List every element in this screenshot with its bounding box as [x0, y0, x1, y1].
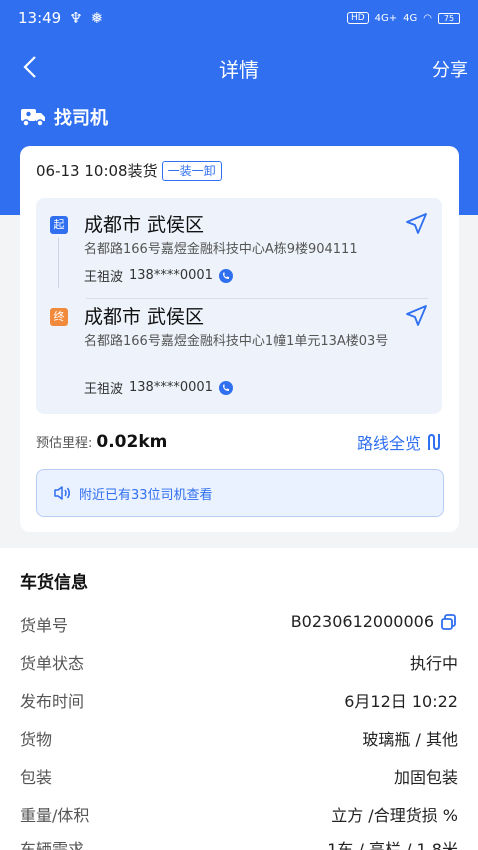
navigate-icon[interactable]: [404, 212, 428, 236]
section-title-text: 找司机: [54, 108, 108, 129]
usb-icon: ♆: [69, 9, 83, 27]
row-value: B0230612000006: [291, 612, 458, 631]
hd-indicator: HD: [346, 12, 369, 24]
info-row-goods: 货物 玻璃瓶 / 其他: [20, 726, 458, 750]
row-value: 立方 /合理货损 %: [331, 806, 458, 825]
order-number: B0230612000006: [290, 612, 434, 631]
end-address: 名都路166号嘉煜金融科技中心1幢1单元13A楼03号: [84, 334, 389, 349]
stop-divider: [86, 298, 428, 299]
section-title: 找司机: [20, 104, 108, 130]
end-badge: 终: [50, 308, 68, 326]
route-box: 起 成都市 武侯区 名都路166号嘉煜金融科技中心A栋9楼904111 王祖波 …: [36, 198, 442, 414]
status-time: 13:49: [18, 9, 62, 27]
route-overview-button[interactable]: 路线全览: [357, 430, 443, 454]
speaker-icon: [54, 486, 70, 500]
distance-label: 预估里程:: [36, 436, 93, 451]
load-time-line: 06-13 10:08装货 一装一卸: [36, 160, 222, 181]
cargo-info-title: 车货信息: [20, 573, 88, 593]
start-contact-phone: 138****0001: [129, 268, 213, 283]
start-contact-name: 王祖波: [84, 270, 124, 285]
truck-icon: [21, 109, 45, 127]
info-row-order-status: 货单状态 执行中: [20, 650, 458, 674]
notice-text: 附近已有33位司机查看: [79, 487, 213, 503]
distance: 预估里程: 0.02km: [36, 432, 167, 452]
row-value: 1车 / 高栏 / 1.8米: [327, 840, 458, 850]
load-time: 06-13 10:08装货: [36, 162, 158, 180]
info-row-packaging: 包装 加固包装: [20, 764, 458, 788]
route-overview-label: 路线全览: [356, 434, 421, 453]
share-button[interactable]: 分享: [432, 56, 468, 82]
route-connector: [58, 238, 59, 288]
page-title: 详情: [219, 58, 259, 82]
distance-value: 0.02km: [96, 432, 168, 452]
load-type-tag: 一装一卸: [161, 160, 222, 181]
row-label: 货单号: [20, 616, 69, 635]
notification-icon: ❅: [90, 9, 104, 27]
row-value: 6月12日 10:22: [344, 692, 458, 711]
row-label: 发布时间: [20, 692, 85, 711]
row-label: 货单状态: [20, 654, 85, 673]
start-address: 名都路166号嘉煜金融科技中心A栋9楼904111: [84, 242, 358, 257]
network-4g-plus: 4G+: [374, 12, 398, 24]
row-label: 重量/体积: [20, 806, 90, 825]
driver-notice: 附近已有33位司机查看: [36, 469, 444, 517]
start-badge: 起: [50, 216, 68, 234]
row-label: 车辆需求: [20, 840, 85, 850]
nav-bar: 详情 分享: [0, 46, 478, 90]
network-4g: 4G: [403, 12, 418, 24]
info-row-order-number: 货单号 B0230612000006: [20, 612, 458, 636]
start-contact: 王祖波 138****0001: [84, 266, 233, 285]
navigate-icon[interactable]: [404, 304, 428, 328]
copy-icon[interactable]: [440, 613, 458, 631]
phone-icon[interactable]: [218, 268, 233, 283]
end-contact-name: 王祖波: [84, 382, 124, 397]
row-value: 加固包装: [393, 768, 458, 787]
battery-icon: 75: [438, 12, 460, 24]
row-label: 包装: [20, 768, 53, 787]
end-city: 成都市 武侯区: [84, 306, 205, 328]
wifi-icon: ◠: [423, 12, 432, 24]
start-city: 成都市 武侯区: [84, 214, 205, 236]
route-card: 06-13 10:08装货 一装一卸 起 成都市 武侯区 名都路166号嘉煜金融…: [20, 146, 459, 532]
info-row-publish-time: 发布时间 6月12日 10:22: [20, 688, 458, 712]
phone-icon[interactable]: [218, 380, 233, 395]
info-row-vehicle: 车辆需求 1车 / 高栏 / 1.8米: [20, 836, 458, 850]
end-contact-phone: 138****0001: [129, 380, 213, 395]
route-icon: [428, 433, 440, 451]
cargo-info-section: 车货信息 货单号 B0230612000006 货单状态 执行中 发布时间 6月…: [0, 548, 478, 850]
end-contact: 王祖波 138****0001: [84, 378, 233, 397]
info-row-weight-volume: 重量/体积 立方 /合理货损 %: [20, 802, 458, 826]
status-bar: 13:49 ♆ ❅ HD 4G+ 4G ◠ 75: [0, 0, 478, 36]
row-label: 货物: [20, 730, 53, 749]
row-value: 执行中: [409, 654, 458, 673]
row-value: 玻璃瓶 / 其他: [362, 730, 458, 749]
